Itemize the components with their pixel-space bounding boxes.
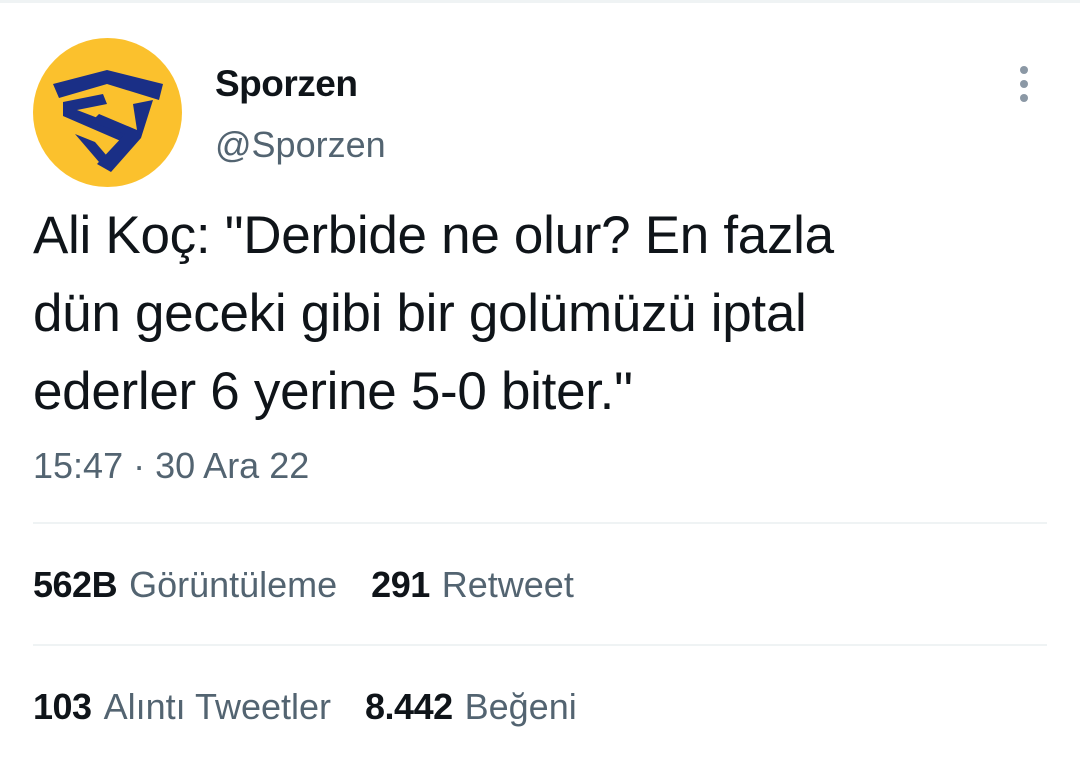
stats-row-2: 103 Alıntı Tweetler 8.442 Beğeni: [33, 677, 611, 737]
tweet-date: 30 Ara 22: [155, 445, 310, 486]
tweet-time: 15:47: [33, 445, 124, 486]
more-vertical-icon: [1020, 66, 1028, 74]
divider: [33, 522, 1047, 524]
retweets-count: 291: [371, 564, 430, 605]
top-divider: [0, 0, 1080, 3]
tweet-text-line: Ali Koç: "Derbide ne olur? En fazla: [33, 206, 834, 265]
views-label: Görüntüleme: [129, 564, 338, 605]
tweet-text: Ali Koç: "Derbide ne olur? En fazla dün …: [33, 197, 1043, 431]
tweet-text-line: dün geceki gibi bir golümüzü iptal: [33, 284, 807, 343]
retweets-label: Retweet: [441, 564, 574, 605]
meta-separator: ·: [133, 445, 146, 486]
tweet-timestamp[interactable]: 15:47 · 30 Ara 22: [33, 445, 309, 487]
stats-row-1: 562B Görüntüleme 291 Retweet: [33, 555, 608, 615]
author-display-name[interactable]: Sporzen: [215, 63, 358, 105]
quotes-label: Alıntı Tweetler: [103, 686, 332, 727]
views-stat[interactable]: 562B Görüntüleme: [33, 564, 337, 606]
sporzen-logo-icon: [53, 70, 163, 172]
likes-stat[interactable]: 8.442 Beğeni: [365, 686, 577, 728]
avatar[interactable]: [33, 38, 182, 187]
more-options-button[interactable]: [1004, 60, 1044, 106]
retweets-stat[interactable]: 291 Retweet: [371, 564, 574, 606]
quotes-stat[interactable]: 103 Alıntı Tweetler: [33, 686, 331, 728]
quotes-count: 103: [33, 686, 92, 727]
views-count: 562B: [33, 564, 118, 605]
more-vertical-icon-dot: [1020, 80, 1028, 88]
more-vertical-icon-dot: [1020, 94, 1028, 102]
tweet-text-line: ederler 6 yerine 5-0 biter.": [33, 362, 633, 421]
divider: [33, 644, 1047, 646]
likes-label: Beğeni: [464, 686, 577, 727]
likes-count: 8.442: [365, 686, 453, 727]
author-handle[interactable]: @Sporzen: [215, 124, 386, 166]
